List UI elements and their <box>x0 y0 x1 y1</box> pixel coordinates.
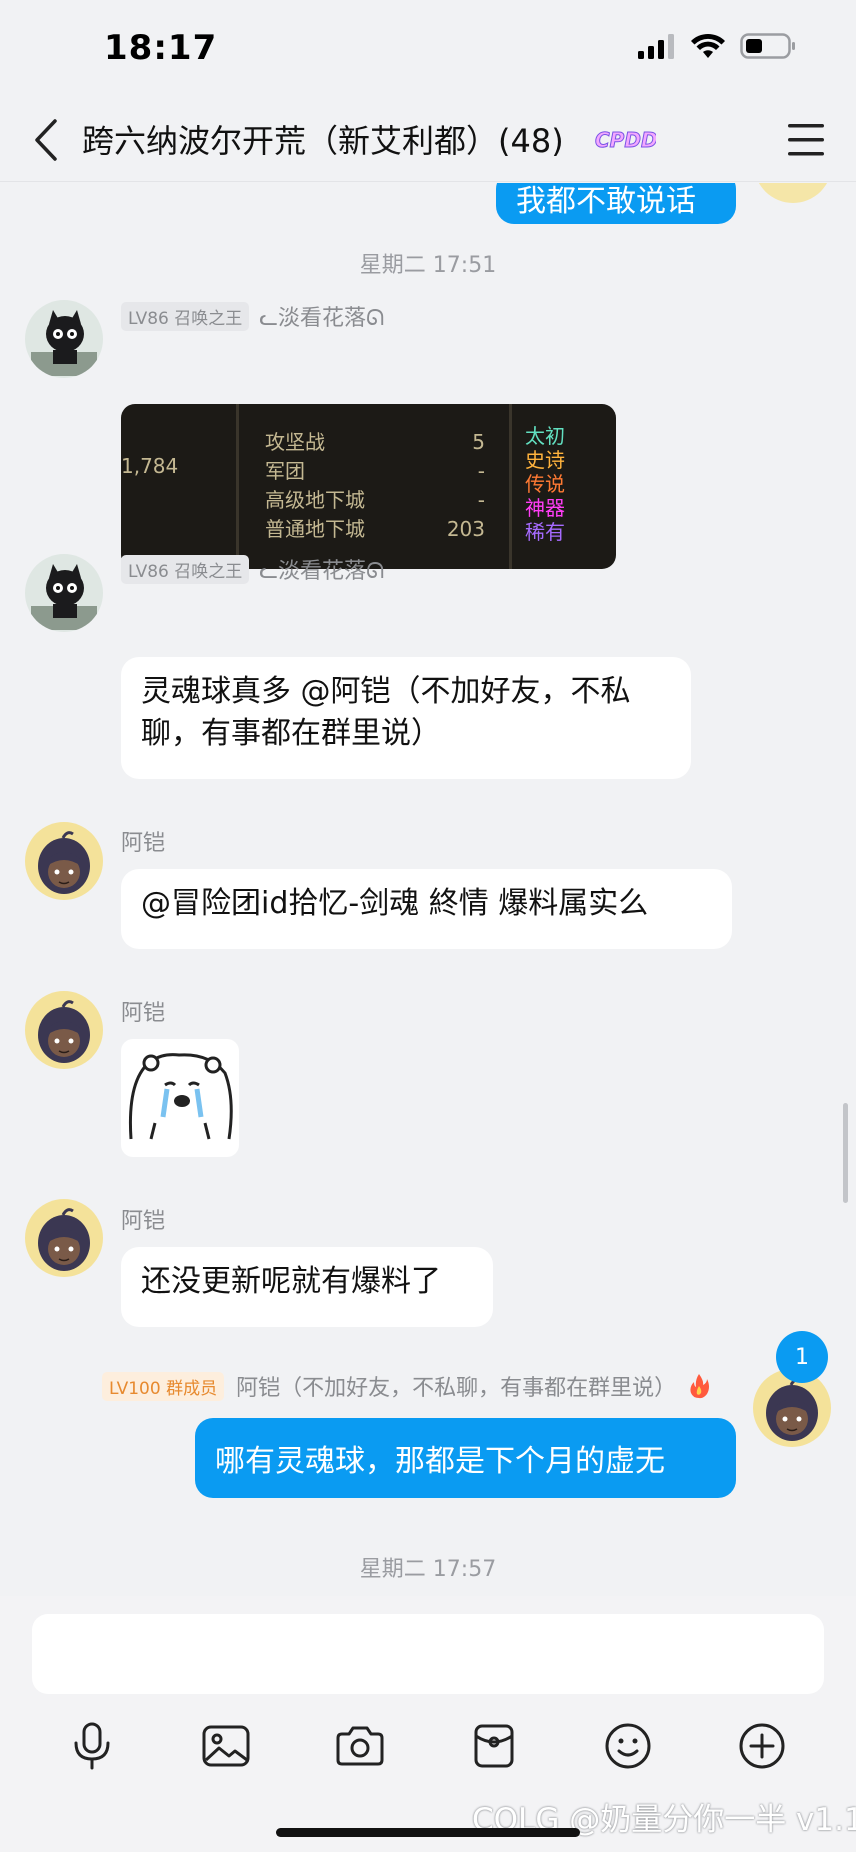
status-time: 18:17 <box>104 28 218 68</box>
sender-info: 阿铠 <box>121 1203 165 1235</box>
message-text: 还没更新呢就有爆料了 <box>141 1264 441 1299</box>
chevron-left-icon <box>35 119 57 161</box>
sender-info: 阿铠 <box>121 995 165 1027</box>
message-text-line: 灵魂球真多 @阿铠（不加好友，不私 <box>141 674 631 709</box>
rarity-label: 太初 <box>525 424 565 448</box>
cpdd-badge-icon: CPDD <box>595 128 657 153</box>
level-tag: LV100 群成员 <box>102 1371 225 1401</box>
sender-name[interactable]: ᓚ淡看花落ᘏ <box>259 300 384 332</box>
message-text: 哪有灵魂球，那都是下个月的虚无 <box>215 1444 665 1479</box>
row-label: 攻坚战 <box>265 430 325 454</box>
anime-girl-icon <box>38 1000 90 1063</box>
rarity-label: 史诗 <box>525 448 565 472</box>
sender-name[interactable]: ᓚ淡看花落ᘏ <box>259 553 384 585</box>
menu-button[interactable] <box>782 118 830 162</box>
sender-info: LV86 召唤之王 ᓚ淡看花落ᘏ <box>121 553 384 585</box>
row-label: 军团 <box>265 459 305 483</box>
status-bar: 18:17 <box>0 0 856 100</box>
red-packet-icon <box>474 1724 514 1768</box>
sender-name[interactable]: 阿铠 <box>121 825 165 857</box>
crying-bear-sticker[interactable] <box>121 1039 239 1157</box>
sender-info: LV86 召唤之王 ᓚ淡看花落ᘏ <box>121 300 384 332</box>
row-value: - <box>477 459 485 483</box>
hamburger-menu-icon <box>788 124 824 156</box>
sender-info: 阿铠 <box>121 825 165 857</box>
camera-button[interactable] <box>330 1716 390 1776</box>
sender-name[interactable]: 阿铠 <box>121 1203 165 1235</box>
incoming-message-bubble[interactable]: 灵魂球真多 @阿铠（不加好友，不私 聊，有事都在群里说） <box>121 657 691 779</box>
rarity-list: 太初 史诗 传说 神器 稀有 <box>525 424 565 544</box>
row-label: 高级地下城 <box>265 488 365 512</box>
emoji-icon <box>605 1723 651 1769</box>
message-text-line: 聊，有事都在群里说） <box>141 716 441 751</box>
message-text: 我都不敢说话 <box>516 183 696 219</box>
sender-name[interactable]: 阿铠 <box>121 995 165 1027</box>
image-button[interactable] <box>196 1716 256 1776</box>
sender-avatar[interactable] <box>25 991 103 1069</box>
microphone-icon <box>74 1722 110 1770</box>
level-tag: LV86 召唤之王 <box>121 554 250 584</box>
home-indicator <box>276 1828 580 1837</box>
cat-character-icon <box>31 310 97 376</box>
message-text: @冒险团id拾忆-剑魂 終情 爆料属实么 <box>141 886 649 921</box>
plus-icon <box>739 1723 785 1769</box>
crying-bear-icon <box>128 1053 233 1140</box>
outgoing-message-bubble[interactable]: 我都不敢说话 <box>496 183 736 224</box>
row-value: - <box>477 488 485 512</box>
sender-avatar[interactable] <box>25 822 103 900</box>
group-title[interactable]: 跨六纳波尔开荒（新艾利都）(48) <box>82 116 564 162</box>
incoming-message-bubble[interactable]: @冒险团id拾忆-剑魂 終情 爆料属实么 <box>121 869 732 949</box>
wifi-icon <box>691 33 725 58</box>
rarity-label: 稀有 <box>525 520 565 544</box>
voice-button[interactable] <box>62 1716 122 1776</box>
status-icons <box>638 32 796 60</box>
chat-header: 跨六纳波尔开荒（新艾利都）(48) CPDD <box>0 100 856 182</box>
timestamp: 星期二 17:57 <box>359 1557 497 1582</box>
dungeon-values: 5 - - 203 <box>421 428 485 544</box>
emoji-button[interactable] <box>598 1716 658 1776</box>
outgoing-message-bubble[interactable]: 哪有灵魂球，那都是下个月的虚无 <box>195 1418 736 1498</box>
row-value: 203 <box>446 517 485 541</box>
message-input[interactable] <box>32 1614 824 1694</box>
unread-count-badge[interactable]: 1 <box>776 1331 828 1383</box>
my-sender-info: LV100 群成员 阿铠（不加好友，不私聊，有事都在群里说） <box>102 1370 710 1402</box>
input-area: COLG @奶量分你一半 v1.1 <box>0 1596 856 1852</box>
dungeon-labels: 攻坚战 军团 高级地下城 普通地下城 <box>265 428 365 544</box>
sender-avatar[interactable] <box>25 1199 103 1277</box>
my-avatar[interactable] <box>754 183 832 203</box>
cpdd-badge-text: CPDD <box>595 128 656 152</box>
camera-icon <box>336 1726 384 1766</box>
fire-icon <box>690 1374 710 1399</box>
rarity-label: 神器 <box>525 496 565 520</box>
sender-avatar[interactable] <box>25 300 103 378</box>
level-tag: LV86 召唤之王 <box>121 301 250 331</box>
anime-girl-icon <box>38 1208 90 1271</box>
rarity-label: 传说 <box>525 472 565 496</box>
red-packet-button[interactable] <box>464 1716 524 1776</box>
back-button[interactable] <box>24 114 68 166</box>
divider <box>509 404 512 569</box>
anime-girl-icon <box>38 831 90 894</box>
scrollbar-thumb[interactable] <box>843 1103 848 1203</box>
more-button[interactable] <box>732 1716 792 1776</box>
image-icon <box>202 1725 250 1767</box>
cat-character-icon <box>31 564 97 630</box>
sender-name: 阿铠（不加好友，不私聊，有事都在群里说） <box>236 1376 677 1401</box>
left-value: 1,784 <box>121 454 179 478</box>
incoming-message-bubble[interactable]: 还没更新呢就有爆料了 <box>121 1247 493 1327</box>
cellular-signal-icon <box>638 34 674 59</box>
battery-icon <box>740 33 795 59</box>
divider <box>236 404 239 569</box>
row-label: 普通地下城 <box>265 517 365 541</box>
game-screenshot-image[interactable]: 1,784 攻坚战 军团 高级地下城 普通地下城 5 - - 203 太初 史诗… <box>121 404 616 569</box>
message-list[interactable]: 我都不敢说话 星期二 17:51 LV86 召唤之王 ᓚ淡看花落ᘏ 1,784 … <box>0 183 856 1595</box>
timestamp: 星期二 17:51 <box>359 253 497 278</box>
sender-avatar[interactable] <box>25 554 103 632</box>
row-value: 5 <box>472 430 485 454</box>
